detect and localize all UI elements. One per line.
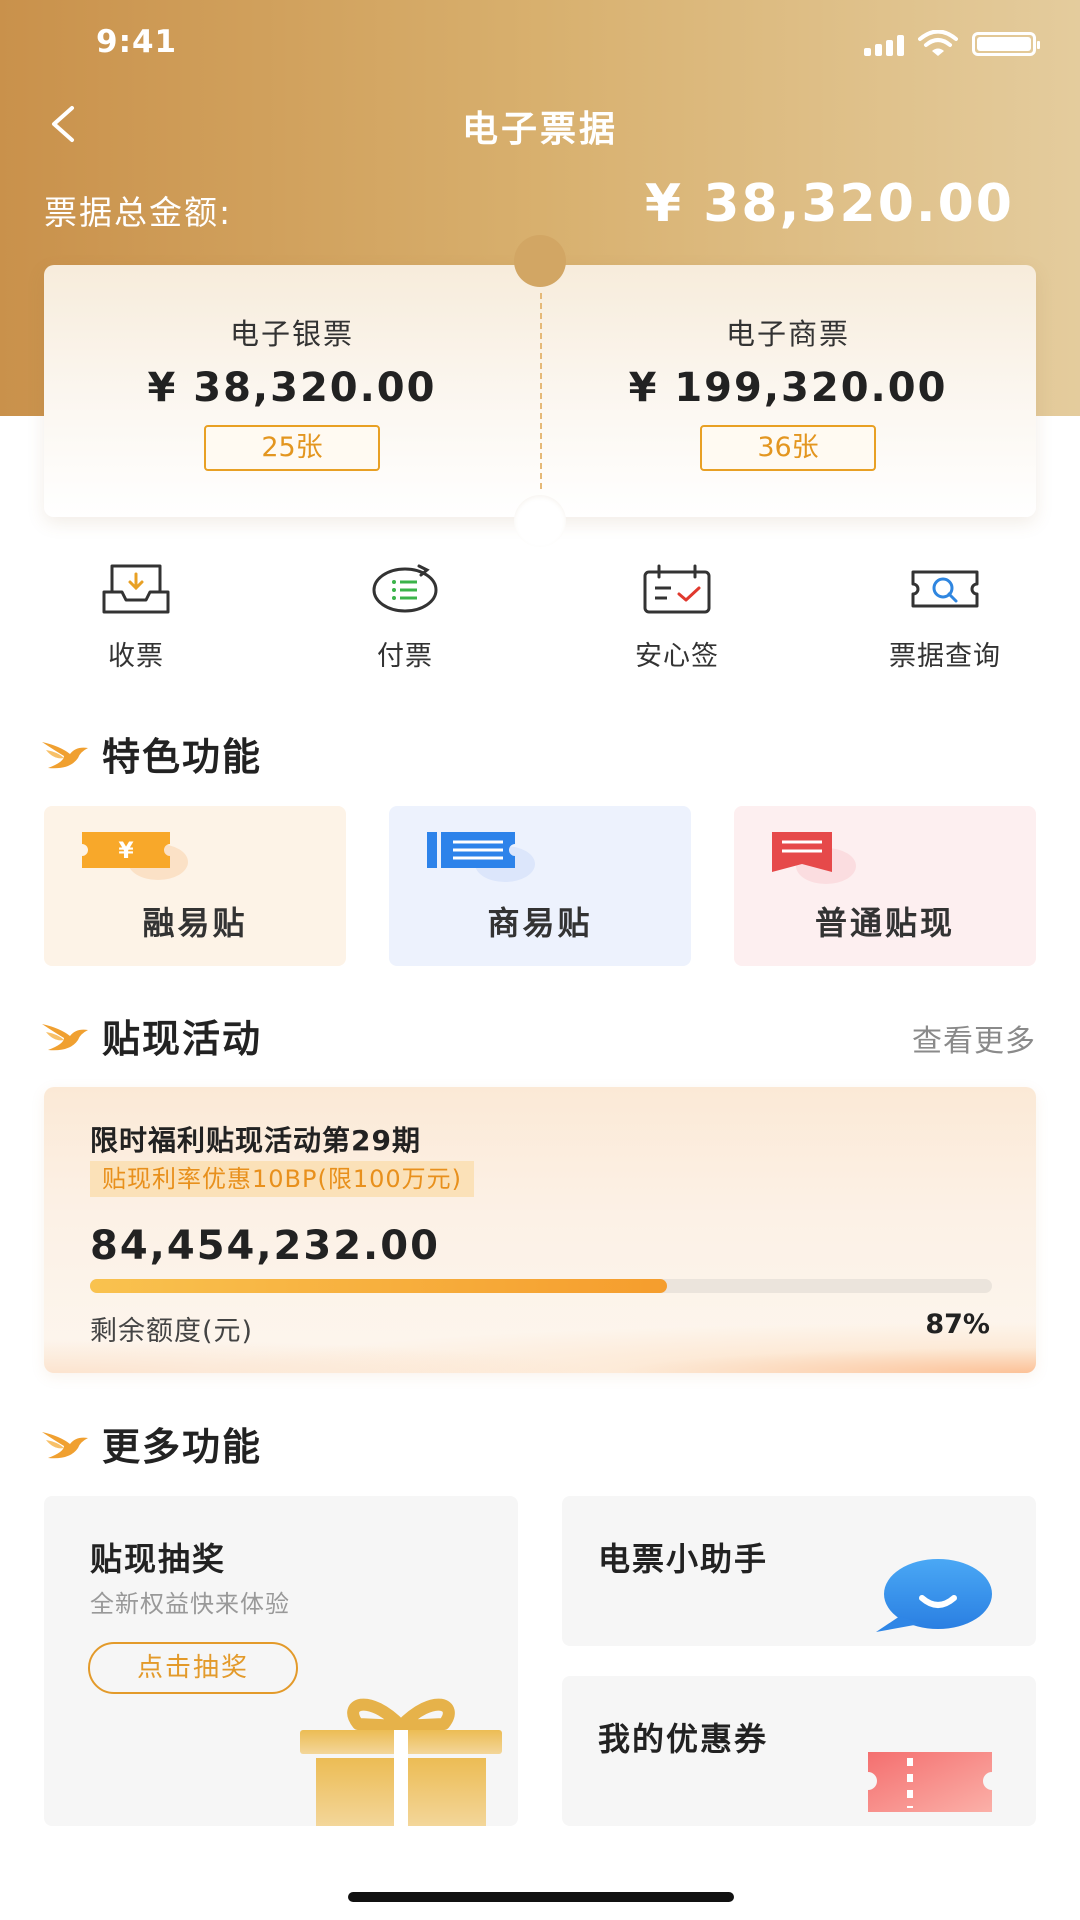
feature-card-putong-tiexian[interactable]: 普通贴现 [734, 806, 1036, 966]
ticket-type-name: 电子银票 [229, 317, 354, 351]
bank-acceptance-summary[interactable]: 电子银票 ¥ 38,320.00 25张 [44, 265, 540, 517]
ticket-summary-card: 电子银票 ¥ 38,320.00 25张 电子商票 ¥ 199,320.00 3… [44, 235, 1036, 547]
svg-text:¥: ¥ [118, 839, 134, 864]
feature-card-rongyitie[interactable]: ¥ 融易贴 [44, 806, 346, 966]
calendar-check-icon [643, 564, 711, 614]
cellular-signal-icon [864, 34, 904, 56]
receive-ticket-icon [102, 564, 170, 614]
commercial-acceptance-summary[interactable]: 电子商票 ¥ 199,320.00 36张 [540, 265, 1036, 517]
ticket-type-amount: ¥ 199,320.00 [628, 365, 948, 411]
list-ticket-icon [427, 832, 535, 882]
gift-box-icon [300, 1698, 502, 1826]
pay-ticket-icon [372, 564, 438, 613]
quick-action-pay[interactable]: 付票 [305, 562, 505, 673]
quick-actions: 收票 付票 安心签 票据查询 [0, 562, 1080, 672]
feature-label: 融易贴 [142, 904, 248, 942]
quick-action-label: 票据查询 [889, 641, 1001, 672]
assistant-title: 电票小助手 [598, 1540, 769, 1578]
remaining-quota-label: 剩余额度(元) [90, 1316, 254, 1347]
total-amount-label: 票据总金额: [44, 193, 233, 232]
section-header-features: 特色功能 [40, 726, 262, 781]
quota-progress-bar [90, 1279, 992, 1293]
coupon-ticket-icon [868, 1752, 992, 1812]
chat-bubble-icon [876, 1559, 992, 1632]
promo-rate-tag: 贴现利率优惠10BP(限100万元) [90, 1161, 475, 1197]
ticket-search-icon [911, 570, 979, 608]
status-icons [864, 30, 1040, 56]
promo-activity-card[interactable]: 限时福利贴现活动第29期 贴现利率优惠10BP(限100万元) 84,454,2… [44, 1087, 1036, 1373]
swallow-icon [42, 1431, 88, 1458]
assistant-card[interactable]: 电票小助手 [562, 1496, 1036, 1646]
section-title: 特色功能 [102, 735, 263, 779]
section-header-more: 更多功能 [40, 1416, 262, 1471]
total-amount-value: ¥ 38,320.00 [644, 174, 1014, 234]
promo-title: 限时福利贴现活动第29期 [90, 1124, 421, 1157]
quick-action-label: 收票 [108, 641, 164, 672]
quick-action-receive[interactable]: 收票 [36, 562, 236, 673]
ticket-type-amount: ¥ 38,320.00 [147, 365, 437, 411]
battery-icon [972, 32, 1040, 56]
coupon-card[interactable]: 我的优惠券 [562, 1676, 1036, 1826]
section-title: 更多功能 [102, 1425, 263, 1469]
view-more-link[interactable]: 查看更多 [912, 1016, 1036, 1060]
quick-action-label: 付票 [377, 641, 433, 672]
ticket-count-badge[interactable]: 36张 [700, 425, 876, 471]
quick-action-label: 安心签 [635, 641, 719, 672]
wifi-icon [918, 30, 958, 56]
lottery-card[interactable]: 贴现抽奖 全新权益快来体验 点击抽奖 [44, 1496, 518, 1826]
feature-label: 商易贴 [487, 904, 593, 942]
section-header-activities: 贴现活动 [40, 1008, 262, 1063]
promo-amount: 84,454,232.00 [90, 1223, 440, 1269]
status-time: 9:41 [96, 24, 178, 60]
coupon-title: 我的优惠券 [598, 1720, 769, 1758]
quick-action-sign[interactable]: 安心签 [577, 562, 777, 673]
lottery-title: 贴现抽奖 [90, 1540, 227, 1578]
section-title: 贴现活动 [102, 1017, 263, 1061]
remaining-quota-percent: 87% [925, 1309, 990, 1340]
lottery-button[interactable]: 点击抽奖 [88, 1642, 298, 1694]
ticket-count-badge[interactable]: 25张 [204, 425, 380, 471]
feature-label: 普通贴现 [814, 904, 955, 942]
quick-action-query[interactable]: 票据查询 [845, 562, 1045, 673]
swallow-icon [42, 741, 88, 768]
lottery-subtitle: 全新权益快来体验 [90, 1590, 290, 1618]
yuan-ticket-icon: ¥ [82, 832, 188, 880]
page-title: 电子票据 [461, 109, 618, 150]
swallow-icon [42, 1023, 88, 1050]
bookmark-icon [772, 832, 856, 884]
quota-progress-fill [90, 1279, 668, 1293]
feature-card-shangyitie[interactable]: 商易贴 [389, 806, 691, 966]
ticket-type-name: 电子商票 [725, 317, 850, 351]
home-indicator[interactable] [348, 1892, 734, 1902]
